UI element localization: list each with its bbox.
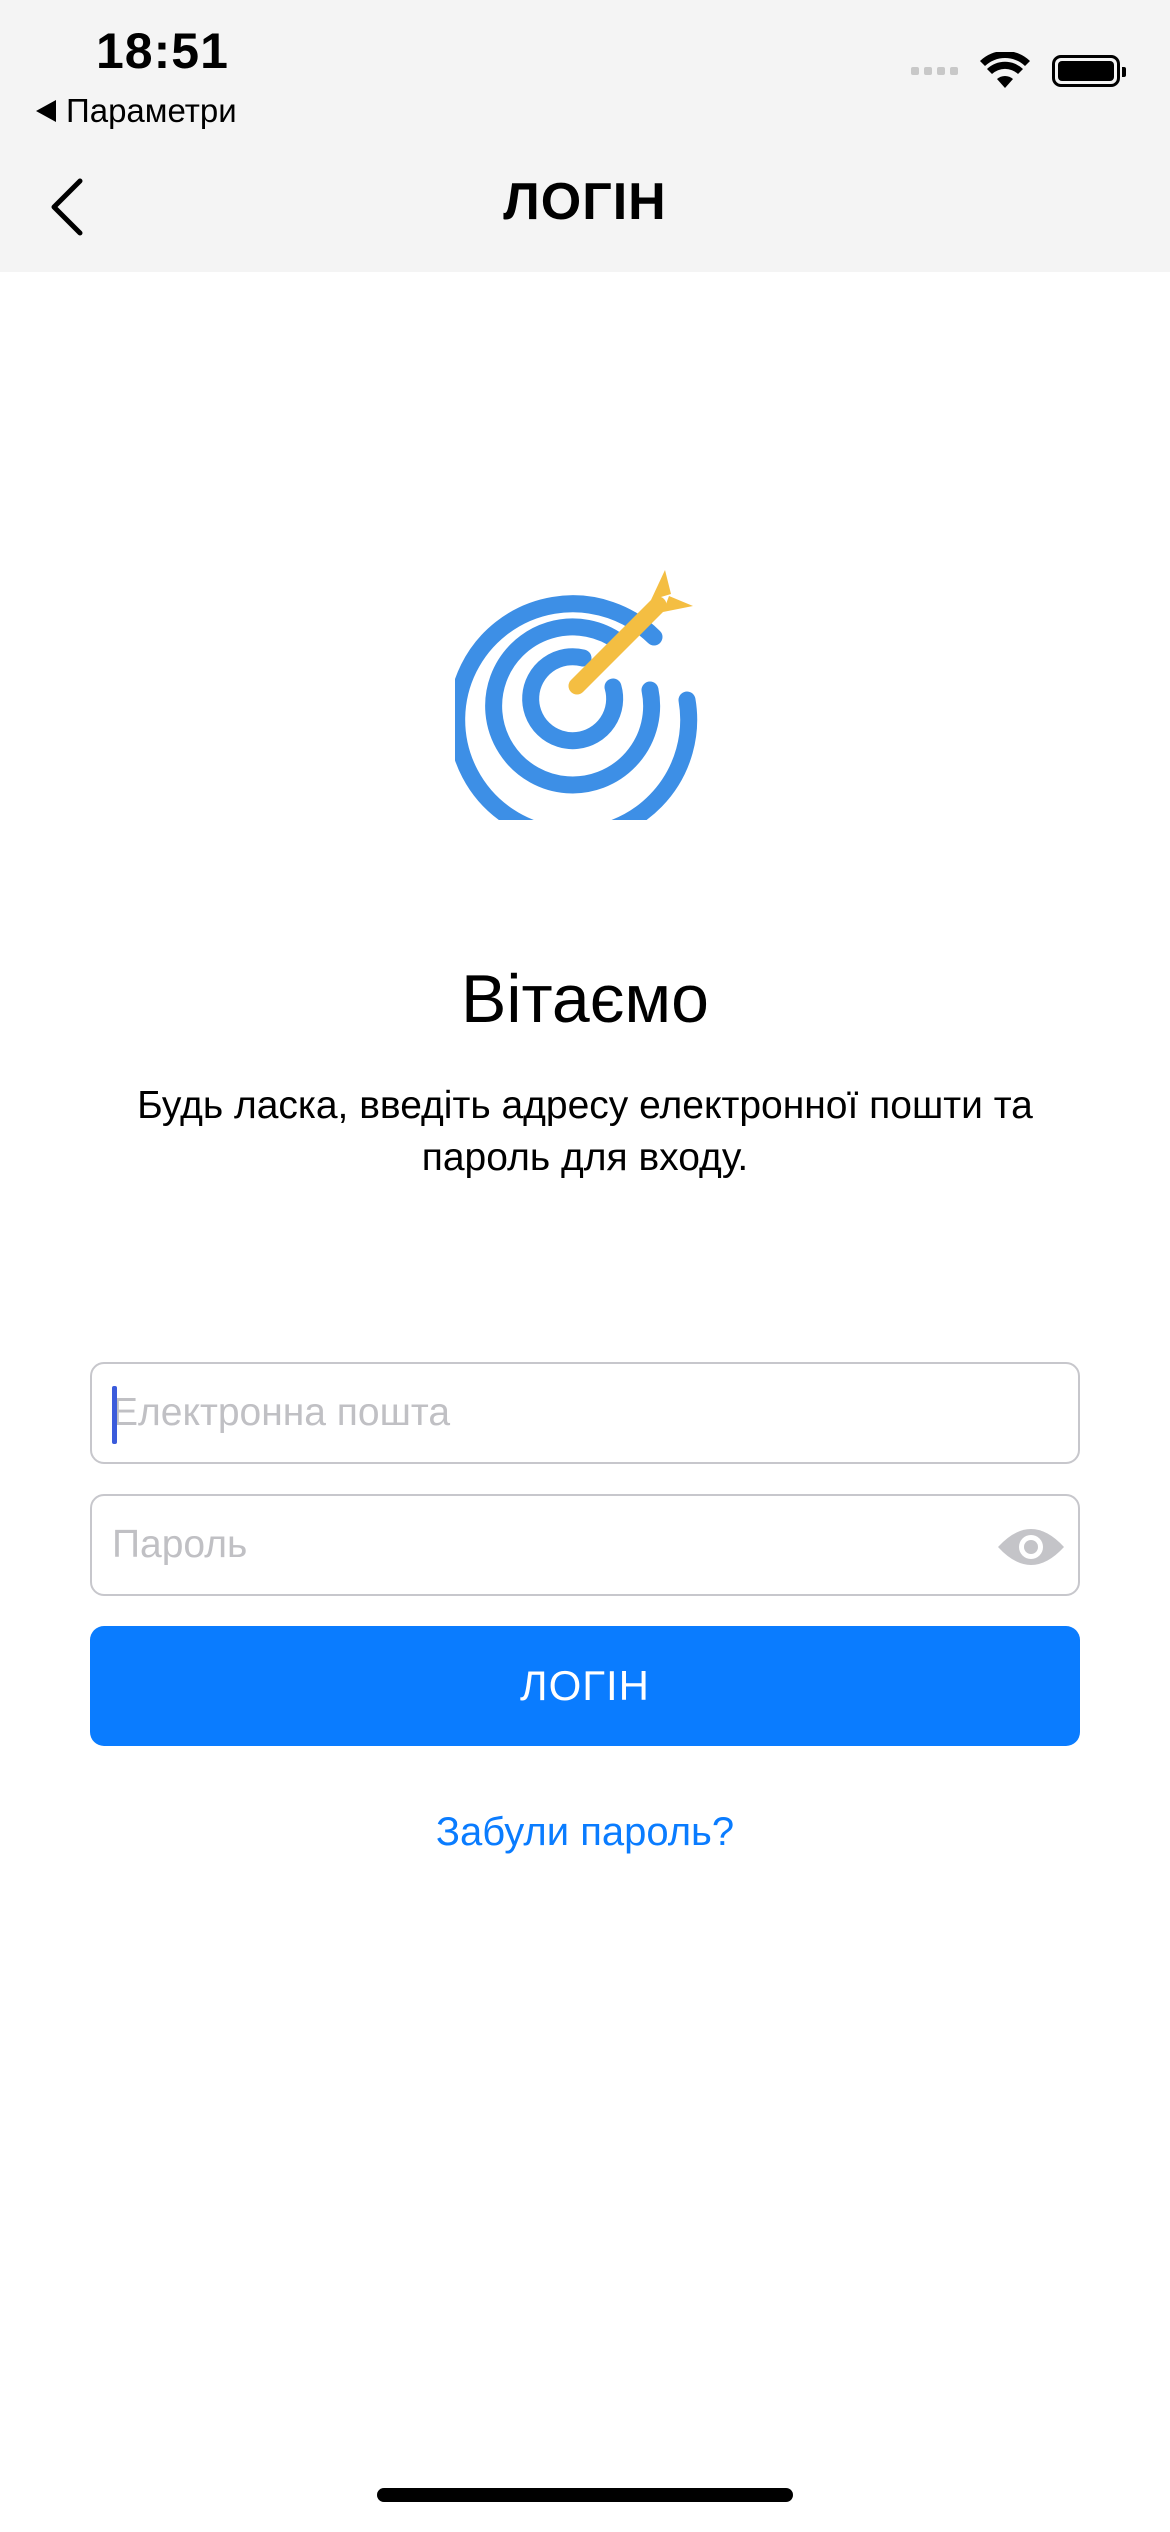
status-icons (911, 52, 1126, 90)
email-input[interactable] (92, 1364, 1078, 1462)
home-indicator[interactable] (377, 2488, 793, 2502)
forgot-password-link[interactable]: Забули пароль? (0, 1810, 1170, 1855)
eye-icon (998, 1529, 1064, 1565)
status-time: 18:51 (96, 23, 229, 79)
cellular-signal-icon (911, 67, 958, 75)
show-password-toggle[interactable] (996, 1519, 1066, 1575)
login-button[interactable]: ЛОГІН (90, 1626, 1080, 1746)
battery-icon (1052, 55, 1126, 87)
back-to-app-link[interactable]: Параметри (36, 92, 237, 130)
back-triangle-icon (36, 100, 56, 122)
welcome-subtitle: Будь ласка, введіть адресу електронної п… (137, 1084, 1033, 1179)
target-arrow-icon (455, 570, 698, 820)
email-field[interactable] (90, 1362, 1080, 1464)
text-cursor (112, 1386, 117, 1444)
back-to-app-label: Параметри (66, 92, 237, 129)
page-title: ЛОГІН (503, 173, 667, 231)
top-bar: 18:51 Параметри ЛОГІН (0, 0, 1170, 272)
login-screen: 18:51 Параметри ЛОГІН Вітаємо Будь ласка… (0, 0, 1170, 2532)
password-field[interactable] (90, 1494, 1080, 1596)
password-input[interactable] (92, 1496, 1078, 1594)
welcome-title: Вітаємо (461, 961, 709, 1037)
wifi-icon (980, 52, 1030, 88)
